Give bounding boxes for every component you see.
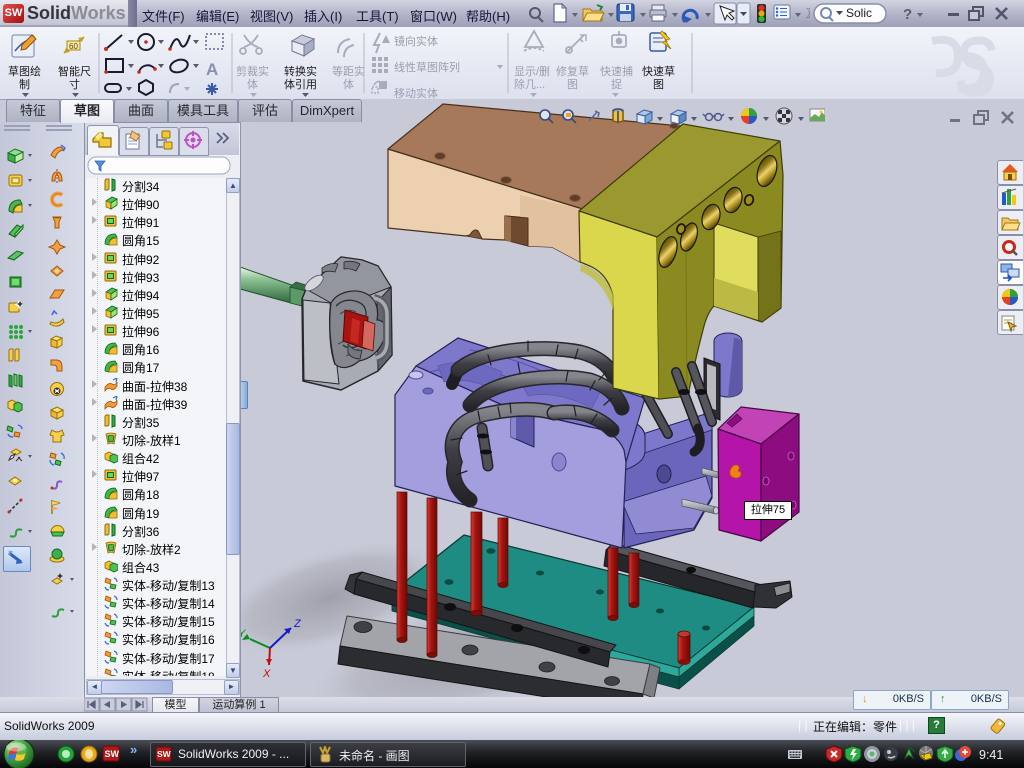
- svg-text:!: !: [923, 752, 925, 761]
- svg-text:9:41: 9:41: [979, 748, 1003, 762]
- svg-text:剪裁实: 剪裁实: [236, 64, 269, 78]
- svg-text:镜向实体: 镜向实体: [394, 34, 438, 48]
- svg-text:SW: SW: [157, 749, 172, 759]
- svg-text:体: 体: [343, 77, 354, 91]
- svg-text:快速捕: 快速捕: [600, 64, 633, 78]
- svg-text:修复草: 修复草: [556, 64, 589, 78]
- svg-text:显示/删: 显示/删: [514, 65, 550, 78]
- svg-text:X: X: [262, 668, 271, 680]
- svg-text:转换实: 转换实: [284, 64, 317, 78]
- svg-text:60: 60: [69, 42, 78, 51]
- svg-text:»: »: [130, 742, 137, 757]
- svg-text:Solic: Solic: [846, 6, 872, 20]
- svg-text:快速草: 快速草: [642, 65, 675, 78]
- svg-text:智能尺: 智能尺: [58, 64, 91, 78]
- svg-text:图: 图: [653, 78, 664, 91]
- svg-text:A: A: [206, 60, 218, 79]
- svg-text:Z: Z: [293, 618, 302, 630]
- svg-text:等距实: 等距实: [332, 64, 365, 78]
- svg-text:寸: 寸: [69, 77, 80, 91]
- svg-text:?: ?: [903, 6, 912, 23]
- svg-text:图: 图: [567, 78, 578, 91]
- svg-text:除几...: 除几...: [514, 77, 545, 91]
- svg-text:移动实体: 移动实体: [394, 86, 438, 99]
- svg-text:捉: 捉: [611, 77, 622, 91]
- svg-text:制: 制: [19, 78, 30, 91]
- svg-text:草图绘: 草图绘: [8, 64, 41, 78]
- svg-text:线性草图阵列: 线性草图阵列: [394, 60, 460, 74]
- svg-text:SW: SW: [105, 749, 120, 759]
- svg-text:体: 体: [247, 77, 258, 91]
- svg-text:体引用: 体引用: [284, 77, 317, 91]
